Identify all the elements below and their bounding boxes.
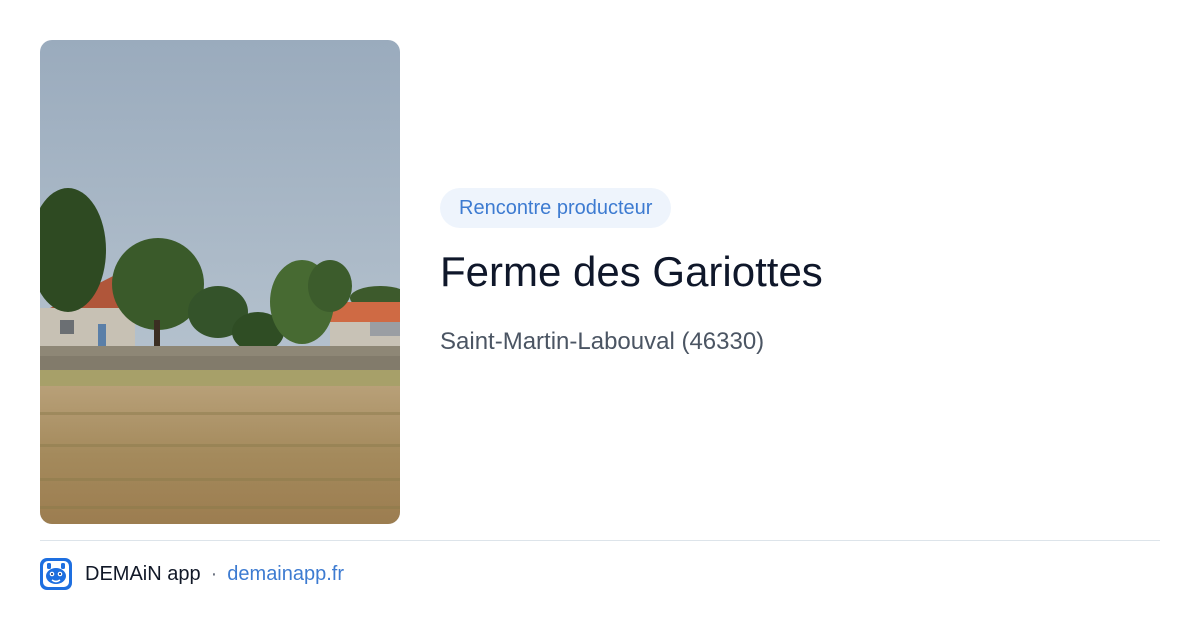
footer: DEMAiN app · demainapp.fr	[40, 558, 344, 590]
site-link[interactable]: demainapp.fr	[227, 563, 344, 586]
demain-logo-icon	[40, 558, 72, 590]
footer-separator: ·	[210, 562, 218, 585]
share-card: Rencontre producteur Ferme des Gariottes…	[0, 0, 1200, 630]
category-badge: Rencontre producteur	[440, 188, 672, 228]
farm-photo	[40, 40, 400, 524]
producer-title: Ferme des Gariottes	[440, 248, 823, 295]
producer-info: Rencontre producteur Ferme des Gariottes…	[440, 188, 1160, 358]
app-name: DEMAiN app	[85, 562, 201, 585]
farm-landscape-image	[40, 40, 400, 524]
footer-divider	[40, 540, 1160, 541]
producer-location: Saint-Martin-Labouval (46330)	[440, 328, 765, 355]
